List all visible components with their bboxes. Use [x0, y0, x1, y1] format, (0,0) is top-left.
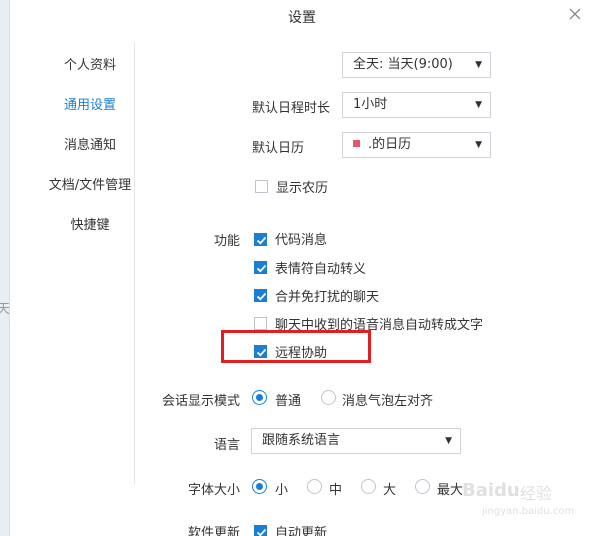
merge-dnd-label: 合并免打扰的聊天	[275, 290, 380, 305]
emoji-escape-checkbox[interactable]	[254, 261, 267, 274]
sidebar-divider	[134, 42, 135, 484]
font-size-medium-label: 中	[329, 483, 343, 498]
font-size-small-label: 小	[275, 483, 289, 498]
watermark-url: jingyan.baidu.com	[482, 506, 575, 517]
default-calendar-label: 默认日历	[251, 141, 304, 156]
calendar-color-icon	[353, 140, 360, 147]
language-select[interactable]: 跟随系统语言 ▼	[251, 428, 461, 454]
font-size-small-radio[interactable]	[252, 479, 267, 494]
lunar-label: 显示农历	[276, 181, 329, 196]
dropdown-arrow-icon: ▼	[475, 100, 482, 110]
default-duration-value: 1小时	[353, 97, 388, 112]
default-calendar-value: .的日历	[368, 137, 412, 152]
font-size-xlarge-radio[interactable]	[415, 479, 430, 494]
session-mode-bubble-radio[interactable]	[321, 390, 336, 405]
settings-dialog: 设置 个人资料 通用设置 消息通知 文档/文件管理 快捷键 全天: 当天(9:0…	[9, 0, 594, 536]
session-mode-bubble-label: 消息气泡左对齐	[342, 394, 434, 409]
software-update-label: 软件更新	[187, 526, 240, 536]
font-size-large-label: 大	[383, 483, 397, 498]
auto-update-checkbox[interactable]	[254, 525, 267, 536]
dialog-title: 设置	[288, 10, 316, 26]
emoji-escape-label: 表情符自动转义	[275, 262, 367, 277]
features-label: 功能	[213, 234, 240, 249]
sidebar-item-notifications[interactable]: 消息通知	[30, 134, 150, 153]
highlight-box	[221, 330, 371, 363]
default-calendar-select[interactable]: .的日历 ▼	[342, 132, 491, 158]
voice-to-text-checkbox[interactable]	[254, 317, 267, 330]
font-size-medium-radio[interactable]	[307, 479, 322, 494]
allday-reminder-select[interactable]: 全天: 当天(9:00) ▼	[342, 52, 491, 78]
session-mode-normal-radio[interactable]	[252, 390, 267, 405]
lunar-checkbox[interactable]	[255, 180, 268, 193]
dropdown-arrow-icon: ▼	[475, 60, 482, 70]
language-label: 语言	[213, 438, 240, 453]
baidu-watermark: Baidu 经验 jingyan.baidu.com	[462, 478, 582, 526]
font-size-label: 字体大小	[187, 483, 240, 498]
font-size-xlarge-label: 最大	[437, 483, 464, 498]
close-icon[interactable]	[567, 6, 583, 22]
auto-update-label: 自动更新	[275, 526, 328, 536]
session-mode-normal-label: 普通	[275, 394, 302, 409]
default-duration-label: 默认日程时长	[251, 101, 330, 116]
code-message-label: 代码消息	[275, 233, 328, 248]
sidebar-item-profile[interactable]: 个人资料	[30, 54, 150, 73]
font-size-large-radio[interactable]	[361, 479, 376, 494]
dropdown-arrow-icon: ▼	[475, 140, 482, 150]
session-mode-label: 会话显示模式	[161, 394, 240, 409]
dropdown-arrow-icon: ▼	[445, 436, 452, 446]
watermark-brand: Baidu	[462, 480, 520, 501]
default-duration-select[interactable]: 1小时 ▼	[342, 92, 491, 118]
watermark-sub: 经验	[520, 484, 553, 503]
sidebar-item-general[interactable]: 通用设置	[30, 94, 150, 113]
code-message-checkbox[interactable]	[254, 233, 267, 246]
sidebar-item-file-management[interactable]: 文档/文件管理	[30, 174, 150, 193]
merge-dnd-checkbox[interactable]	[254, 289, 267, 302]
allday-reminder-value: 全天: 当天(9:00)	[353, 57, 453, 72]
language-value: 跟随系统语言	[262, 433, 341, 448]
